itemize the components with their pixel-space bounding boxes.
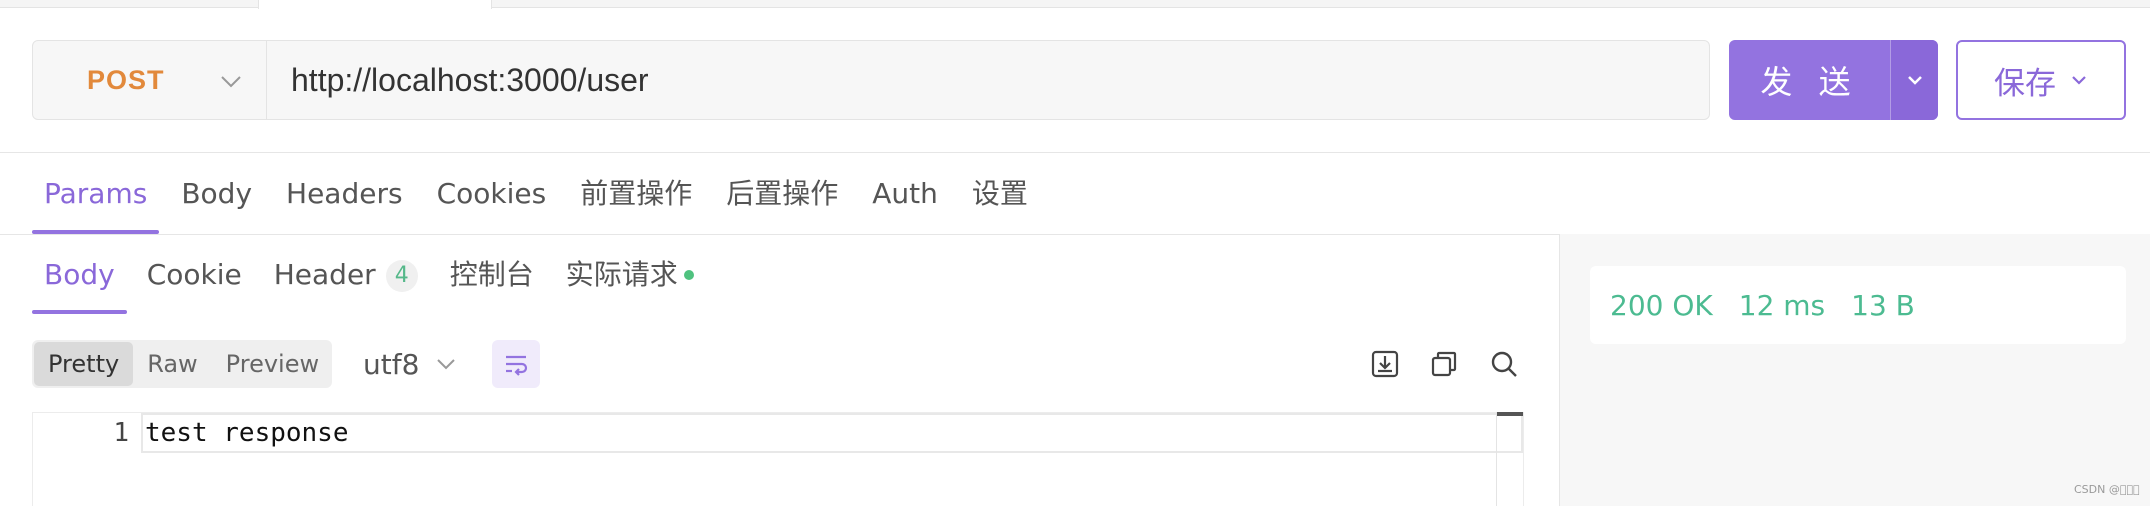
response-tab-header-label: Header	[273, 258, 376, 291]
response-tab-cookie[interactable]: Cookie	[135, 250, 254, 314]
status-dot-icon	[683, 270, 694, 280]
divider	[0, 152, 2150, 153]
view-mode-raw[interactable]: Raw	[133, 342, 211, 386]
view-mode-pretty[interactable]: Pretty	[34, 342, 134, 386]
download-icon[interactable]	[1369, 348, 1401, 380]
tab-cookies[interactable]: Cookies	[425, 168, 559, 234]
editor-scrollbar[interactable]	[1496, 412, 1524, 506]
send-options-button[interactable]	[1890, 40, 1938, 120]
tab-pre-operation[interactable]: 前置操作	[568, 168, 704, 234]
response-tab-actual-request-label: 实际请求	[565, 258, 678, 291]
encoding-label: utf8	[363, 347, 420, 381]
url-input[interactable]	[267, 41, 1709, 119]
response-tab-body-label: Body	[44, 258, 115, 291]
response-tab-body[interactable]: Body	[32, 250, 127, 314]
tab-params[interactable]: Params	[32, 168, 160, 234]
request-bar: POST	[32, 40, 1710, 120]
encoding-select[interactable]: utf8	[363, 340, 457, 388]
status-code: 200 OK	[1610, 288, 1713, 322]
watermark: CSDN @   	[2074, 483, 2140, 496]
tab-settings[interactable]: 设置	[960, 168, 1040, 234]
response-status-card: 200 OK 12 ms 13 B	[1590, 266, 2126, 344]
response-tabs: Body Cookie Header 4 控制台 实际请求	[32, 250, 714, 314]
view-mode-toggle: Pretty Raw Preview	[32, 340, 332, 388]
code-line: test response	[141, 413, 1523, 453]
scrollbar-thumb[interactable]	[1497, 412, 1523, 416]
method-select[interactable]: POST	[33, 41, 267, 119]
response-editor[interactable]: 1 test response	[32, 412, 1524, 506]
response-time: 12 ms	[1738, 288, 1826, 322]
tab-body[interactable]: Body	[169, 168, 264, 234]
save-button[interactable]: 保存	[1956, 40, 2126, 120]
copy-icon[interactable]	[1428, 348, 1460, 380]
response-tab-header[interactable]: Header 4	[262, 250, 430, 314]
chevron-down-icon	[2072, 76, 2086, 85]
wrap-lines-icon	[506, 355, 528, 376]
line-number: 1	[113, 418, 129, 448]
search-icon[interactable]	[1488, 348, 1520, 380]
tab-post-operation[interactable]: 后置操作	[714, 168, 850, 234]
send-button-group: 发 送	[1729, 40, 1938, 120]
header-count-badge: 4	[385, 260, 418, 292]
tab-auth[interactable]: Auth	[860, 168, 950, 234]
active-window-tab[interactable]	[258, 0, 492, 9]
request-tabs: Params Body Headers Cookies 前置操作 后置操作 Au…	[32, 168, 1050, 234]
response-tab-console-label: 控制台	[449, 258, 534, 291]
method-label: POST	[87, 64, 165, 95]
save-label: 保存	[1994, 65, 2056, 102]
response-tab-cookie-label: Cookie	[146, 258, 242, 291]
chevron-down-icon	[437, 359, 456, 370]
wrap-lines-button[interactable]	[492, 340, 540, 388]
response-size: 13 B	[1851, 288, 1915, 322]
view-mode-preview[interactable]: Preview	[212, 342, 333, 386]
window-tab-strip	[0, 0, 2150, 9]
response-tab-console[interactable]: 控制台	[438, 250, 546, 314]
response-tab-actual-request[interactable]: 实际请求	[554, 250, 706, 314]
chevron-down-icon	[1907, 76, 1922, 85]
send-button[interactable]: 发 送	[1729, 40, 1890, 120]
tab-headers[interactable]: Headers	[274, 168, 415, 234]
chevron-down-icon	[221, 76, 241, 88]
